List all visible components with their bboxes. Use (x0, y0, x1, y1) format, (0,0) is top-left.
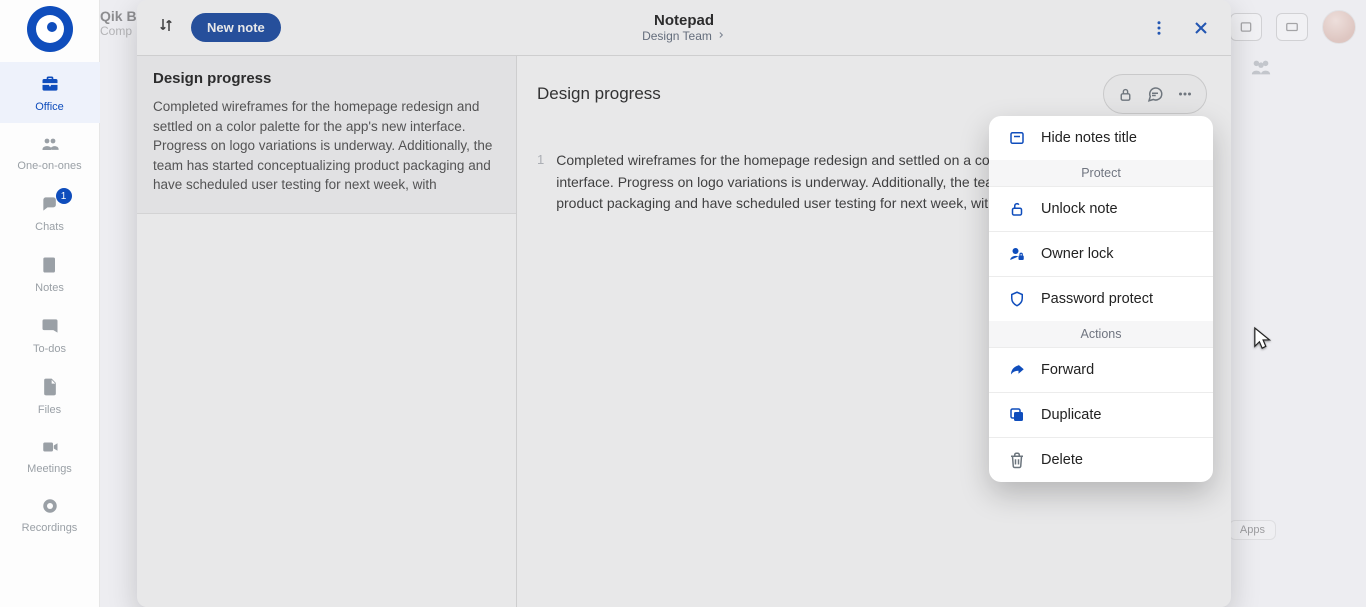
dd-label: Unlock note (1041, 201, 1118, 217)
note-options-dropdown: Hide notes title Protect Unlock note Own… (989, 116, 1213, 482)
note-list: Design progress Completed wireframes for… (137, 56, 517, 607)
sidebar-item-files[interactable]: Files (0, 365, 100, 426)
dd-owner-lock[interactable]: Owner lock (989, 231, 1213, 276)
forward-icon (1007, 361, 1027, 379)
unlock-icon (1007, 200, 1027, 218)
briefcase-icon (39, 74, 61, 97)
dd-label: Password protect (1041, 291, 1153, 307)
sidebar-item-meetings[interactable]: Meetings (0, 426, 100, 485)
sidebar-item-todos[interactable]: To-dos (0, 304, 100, 365)
note-line-number: 1 (537, 150, 544, 215)
todos-icon (40, 316, 60, 339)
note-comment-icon[interactable] (1140, 79, 1170, 109)
people-icon (38, 135, 62, 156)
sidebar-label: Files (38, 404, 61, 416)
notes-icon (40, 255, 60, 278)
dd-label: Hide notes title (1041, 130, 1137, 146)
trash-icon (1007, 451, 1027, 469)
sidebar-label: Notes (35, 282, 64, 294)
sidebar-item-one-on-ones[interactable]: One-on-ones (0, 123, 100, 182)
record-icon (41, 497, 59, 518)
dd-password-protect[interactable]: Password protect (989, 276, 1213, 321)
sidebar-label: To-dos (33, 343, 66, 355)
sidebar-item-office[interactable]: Office (0, 62, 100, 123)
note-detail-title: Design progress (537, 84, 661, 104)
notepad-modal: New note Notepad Design Team Design pr (137, 0, 1231, 607)
modal-close-button[interactable] (1185, 12, 1217, 44)
modal-title: Notepad (642, 12, 726, 29)
sidebar-label: Meetings (27, 463, 72, 475)
modal-subtitle[interactable]: Design Team (642, 29, 726, 43)
note-item-preview: Completed wireframes for the homepage re… (153, 97, 500, 195)
sidebar-label: Office (35, 101, 64, 113)
modal-subtitle-text: Design Team (642, 29, 712, 43)
dd-unlock-note[interactable]: Unlock note (989, 186, 1213, 231)
dd-label: Delete (1041, 452, 1083, 468)
note-item-title: Design progress (153, 70, 500, 87)
duplicate-icon (1007, 406, 1027, 424)
app-logo (27, 6, 73, 52)
modal-more-vert-button[interactable] (1143, 12, 1175, 44)
dd-label: Forward (1041, 362, 1094, 378)
files-icon (40, 377, 60, 400)
dd-section-actions: Actions (989, 321, 1213, 347)
dd-label: Owner lock (1041, 246, 1114, 262)
new-note-button[interactable]: New note (191, 13, 281, 42)
sidebar-item-notes[interactable]: Notes (0, 243, 100, 304)
note-list-item[interactable]: Design progress Completed wireframes for… (137, 56, 516, 214)
new-note-label: New note (207, 20, 265, 35)
note-more-icon[interactable] (1170, 79, 1200, 109)
meetings-icon (39, 438, 61, 459)
sidebar-label: Recordings (22, 522, 78, 534)
note-lock-icon[interactable] (1110, 79, 1140, 109)
chevron-right-icon (716, 29, 726, 43)
modal-header: New note Notepad Design Team (137, 0, 1231, 56)
sidebar-label: One-on-ones (17, 160, 81, 172)
dd-delete[interactable]: Delete (989, 437, 1213, 482)
sidebar-item-chats[interactable]: Chats 1 (0, 182, 100, 243)
title-toggle-icon (1007, 129, 1027, 147)
note-detail-actions (1103, 74, 1207, 114)
dd-section-protect: Protect (989, 160, 1213, 186)
left-sidebar: Office One-on-ones Chats 1 Notes To-dos … (0, 0, 100, 607)
chats-badge: 1 (56, 188, 72, 204)
dd-duplicate[interactable]: Duplicate (989, 392, 1213, 437)
shield-icon (1007, 290, 1027, 308)
dd-label: Duplicate (1041, 407, 1101, 423)
sidebar-item-recordings[interactable]: Recordings (0, 485, 100, 544)
sidebar-label: Chats (35, 221, 64, 233)
dd-hide-title[interactable]: Hide notes title (989, 116, 1213, 160)
owner-lock-icon (1007, 245, 1027, 263)
sort-icon[interactable] (157, 16, 175, 39)
dd-forward[interactable]: Forward (989, 347, 1213, 392)
